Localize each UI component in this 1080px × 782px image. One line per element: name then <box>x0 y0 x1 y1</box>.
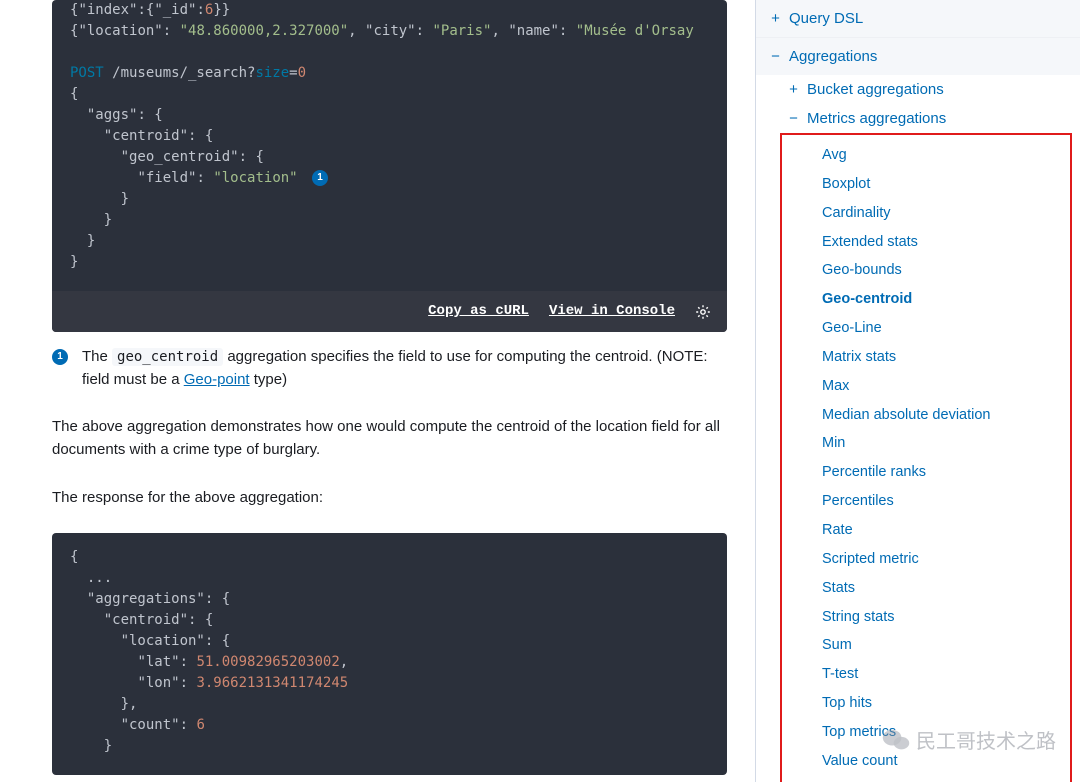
nav-metrics-aggregations[interactable]: Metrics aggregations <box>774 104 1080 133</box>
main-content: {"index":{"_id":6}} {"location": "48.860… <box>0 0 755 782</box>
nav-metric-geo-centroid[interactable]: Geo-centroid <box>782 285 1070 314</box>
nav-aggregations[interactable]: Aggregations <box>756 38 1080 75</box>
nav-metric-sum[interactable]: Sum <box>782 631 1070 660</box>
nav-metric-value-count[interactable]: Value count <box>782 747 1070 776</box>
view-in-console-link[interactable]: View in Console <box>549 301 675 322</box>
nav-bucket-aggregations[interactable]: Bucket aggregations <box>774 75 1080 104</box>
nav-metric-percentiles[interactable]: Percentiles <box>782 487 1070 516</box>
nav-metric-top-metrics[interactable]: Top metrics <box>782 718 1070 747</box>
nav-metric-scripted-metric[interactable]: Scripted metric <box>782 545 1070 574</box>
nav-metric-weighted-avg[interactable]: Weighted avg <box>782 776 1070 782</box>
code-block-request: {"index":{"_id":6}} {"location": "48.860… <box>52 0 727 332</box>
nav-metric-percentile-ranks[interactable]: Percentile ranks <box>782 458 1070 487</box>
nav-metric-cardinality[interactable]: Cardinality <box>782 199 1070 228</box>
nav-metric-stats[interactable]: Stats <box>782 574 1070 603</box>
callout-list: 1 The geo_centroid aggregation specifies… <box>52 346 727 391</box>
collapse-icon <box>788 111 799 126</box>
code-inline: geo_centroid <box>112 348 223 366</box>
nav-metric-top-hits[interactable]: Top hits <box>782 689 1070 718</box>
description-paragraph: The above aggregation demonstrates how o… <box>52 415 727 462</box>
geo-point-link[interactable]: Geo-point <box>184 371 250 388</box>
nav-metric-t-test[interactable]: T-test <box>782 660 1070 689</box>
gear-icon[interactable] <box>695 304 711 320</box>
nav-metric-extended-stats[interactable]: Extended stats <box>782 228 1070 257</box>
nav-metric-matrix-stats[interactable]: Matrix stats <box>782 343 1070 372</box>
nav-metric-string-stats[interactable]: String stats <box>782 603 1070 632</box>
code-toolbar: Copy as cURL View in Console <box>52 291 727 332</box>
nav-metric-avg[interactable]: Avg <box>782 141 1070 170</box>
nav-query-dsl[interactable]: Query DSL <box>756 0 1080 37</box>
nav-metric-geo-line[interactable]: Geo-Line <box>782 314 1070 343</box>
nav-metric-min[interactable]: Min <box>782 429 1070 458</box>
metrics-list-highlight: AvgBoxplotCardinalityExtended statsGeo-b… <box>780 133 1072 782</box>
response-intro: The response for the above aggregation: <box>52 486 727 509</box>
expand-icon <box>788 82 799 97</box>
copy-as-curl-link[interactable]: Copy as cURL <box>428 301 529 322</box>
nav-metric-rate[interactable]: Rate <box>782 516 1070 545</box>
code-callout-1: 1 <box>312 170 328 186</box>
callout-text: The geo_centroid aggregation specifies t… <box>82 346 727 391</box>
sidebar-nav: Query DSL Aggregations Bucket aggregatio… <box>755 0 1080 782</box>
expand-icon <box>770 11 781 26</box>
nav-metric-max[interactable]: Max <box>782 372 1070 401</box>
callout-badge-1: 1 <box>52 349 68 365</box>
code-block-response: { ... "aggregations": { "centroid": { "l… <box>52 533 727 775</box>
collapse-icon <box>770 49 781 64</box>
nav-metric-geo-bounds[interactable]: Geo-bounds <box>782 256 1070 285</box>
nav-metric-boxplot[interactable]: Boxplot <box>782 170 1070 199</box>
nav-metric-median-absolute-deviation[interactable]: Median absolute deviation <box>782 401 1070 430</box>
